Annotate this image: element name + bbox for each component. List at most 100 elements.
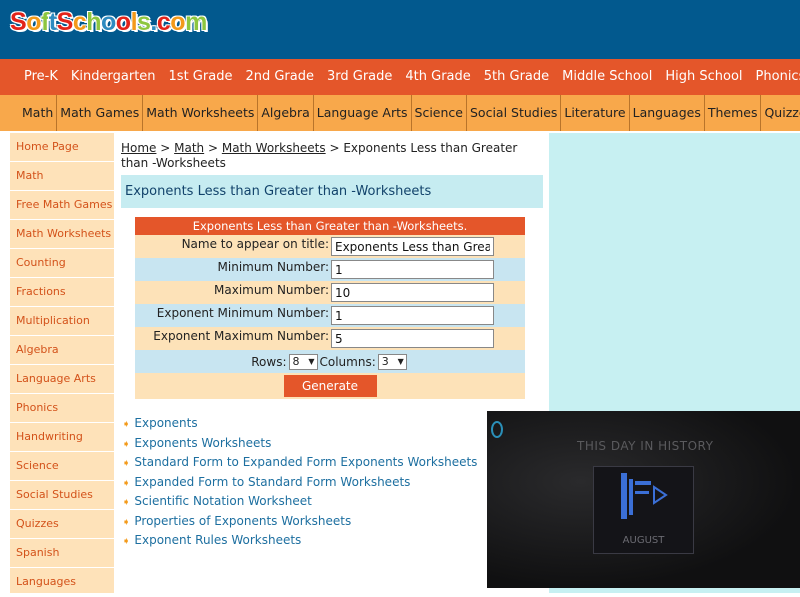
grade-nav-item[interactable]: Phonics [756,59,800,95]
logo-letter: o [101,8,116,36]
exp-max-label: Exponent Maximum Number: [153,329,329,343]
min-number-input[interactable] [331,260,494,279]
subject-nav-item[interactable]: Algebra [258,95,314,131]
sidebar-item[interactable]: Spanish [10,539,114,568]
max-number-input[interactable] [331,283,494,302]
grade-nav-item[interactable]: High School [665,59,742,95]
sidebar-item[interactable]: Fractions [10,278,114,307]
rows-select[interactable]: 8 ▼ [288,353,318,370]
breadcrumb-separator: > [204,141,222,155]
video-player[interactable]: THIS DAY IN HISTORY AUGUST [487,411,800,588]
page-title: Exponents Less than Greater than -Worksh… [121,175,543,208]
related-link-text: Expanded Form to Standard Form Worksheet… [134,474,411,489]
sidebar-item[interactable]: Science [10,452,114,481]
arrow-right-icon: ➧ [122,438,131,450]
related-link[interactable]: ➧ Exponent Rules Worksheets [122,531,477,551]
grade-nav-item[interactable]: 2nd Grade [245,59,314,95]
columns-select[interactable]: 3 ▼ [377,353,407,370]
grade-nav-item[interactable]: 1st Grade [169,59,233,95]
form-row-min: Minimum Number: [135,258,525,281]
grade-nav-item[interactable]: Pre-K [24,59,58,95]
sidebar-item[interactable]: Languages [10,568,114,597]
sidebar-item[interactable]: Math Worksheets [10,220,114,249]
sidebar-item[interactable]: Quizzes [10,510,114,539]
breadcrumb-home[interactable]: Home [121,141,156,155]
worksheet-form: Exponents Less than Greater than -Worksh… [135,217,525,399]
grade-nav-item[interactable]: 3rd Grade [327,59,392,95]
video-thumbnail[interactable]: AUGUST [593,466,694,554]
chevron-down-icon: ▼ [397,356,404,366]
sidebar-item[interactable]: Home Page [10,133,114,162]
arrow-right-icon: ➧ [122,477,131,489]
form-row-max: Maximum Number: [135,281,525,304]
related-link[interactable]: ➧ Properties of Exponents Worksheets [122,512,477,532]
subject-nav-item[interactable]: Math [19,95,58,131]
min-label: Minimum Number: [217,260,329,274]
breadcrumb: Home > Math > Math Worksheets > Exponent… [121,141,543,171]
sidebar-item[interactable]: Algebra [10,336,114,365]
form-row-exp-min: Exponent Minimum Number: [135,304,525,327]
logo-letter: c [72,8,87,36]
logo-letter: f [40,8,49,36]
sidebar-item[interactable]: Language Arts [10,365,114,394]
form-row-exp-max: Exponent Maximum Number: [135,327,525,350]
arrow-right-icon: ➧ [122,516,131,528]
logo-letter: s [137,8,151,36]
breadcrumb-math-worksheets[interactable]: Math Worksheets [222,141,326,155]
generate-button[interactable]: Generate [283,375,377,397]
sidebar-item[interactable]: Multiplication [10,307,114,336]
related-link[interactable]: ➧ Exponents Worksheets [122,434,477,454]
subject-nav-item[interactable]: Literature [561,95,630,131]
grade-nav-item[interactable]: 5th Grade [484,59,549,95]
subject-nav-item[interactable]: Quizzes [761,95,800,131]
exp-max-input[interactable] [331,329,494,348]
sidebar-item[interactable]: Math [10,162,114,191]
arrow-right-icon: ➧ [122,458,131,469]
logo-letter: m [185,8,207,36]
subject-nav-item[interactable]: Language Arts [314,95,412,131]
related-link[interactable]: ➧ Expanded Form to Standard Form Workshee… [122,473,477,493]
columns-label: Columns: [319,354,376,369]
related-link[interactable]: ➧ Scientific Notation Worksheet [122,492,477,512]
grade-nav-item[interactable]: Kindergarten [71,59,156,95]
logo-letter: c [156,8,171,36]
arrow-right-icon: ➧ [122,536,131,547]
video-month: AUGUST [622,535,665,546]
related-link[interactable]: ➧ Standard Form to Expanded Form Exponent… [122,453,477,473]
subject-nav-item[interactable]: Languages [630,95,705,131]
subject-nav-item[interactable]: Math Worksheets [143,95,259,131]
grade-nav-item[interactable]: Middle School [562,59,652,95]
exp-min-input[interactable] [331,306,494,325]
subject-nav-item[interactable]: Science [412,95,467,131]
related-link[interactable]: ➧ Exponents [122,414,477,434]
subject-nav-item[interactable]: Math Games [57,95,144,131]
form-header: Exponents Less than Greater than -Worksh… [135,217,525,235]
sidebar-item[interactable]: Phonics [10,394,114,423]
related-links: ➧ Exponents ➧ Exponents Worksheets ➧ Standard… [122,414,477,551]
video-logo-icon [491,421,503,438]
related-link-text: Properties of Exponents Worksheets [134,513,352,528]
sidebar-item[interactable]: Handwriting [10,423,114,452]
arrow-right-icon: ➧ [122,497,131,508]
logo-letter: o [115,8,131,36]
subject-nav: Math Math Games Math Worksheets Algebra Lang… [0,95,800,131]
subject-nav-item[interactable]: Social Studies [467,95,562,131]
exp-min-label: Exponent Minimum Number: [156,306,329,320]
site-logo[interactable]: SoftSchools.com [10,8,207,37]
video-title: THIS DAY IN HISTORY [577,439,714,453]
subject-nav-item[interactable]: Themes [705,95,762,131]
sidebar-item[interactable]: Counting [10,249,114,278]
breadcrumb-math[interactable]: Math [174,141,204,155]
columns-value: 3 [381,354,389,368]
logo-letter: h [86,8,101,36]
sidebar-item[interactable]: Social Studies [10,481,114,510]
grade-nav-item[interactable]: 4th Grade [405,59,470,95]
form-row-generate: Generate [135,373,525,399]
name-input[interactable] [331,237,494,256]
sidebar-item[interactable]: Free Math Games [10,191,114,220]
related-link-text: Exponents [134,416,198,430]
logo-letter: S [10,8,27,36]
rows-value: 8 [292,354,300,368]
related-link-text: Scientific Notation Worksheet [134,494,312,508]
grade-nav: Pre-K Kindergarten 1st Grade 2nd Grade 3rd G… [0,59,800,95]
